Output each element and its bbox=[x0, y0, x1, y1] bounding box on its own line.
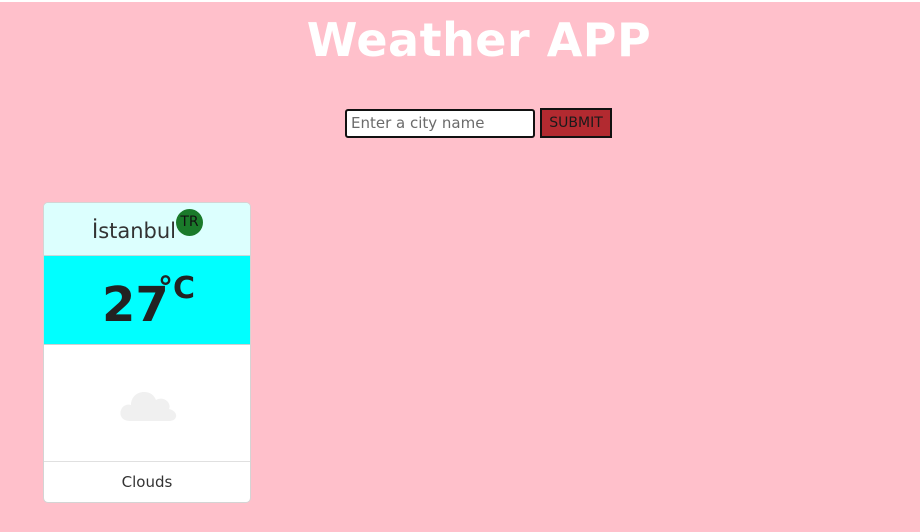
page-title: Weather APP bbox=[306, 13, 652, 67]
search-form: SUBMIT bbox=[345, 108, 612, 138]
temperature-unit: °C bbox=[158, 271, 196, 306]
weather-description: Clouds bbox=[121, 473, 173, 491]
city-search-input[interactable] bbox=[345, 108, 535, 138]
weather-icon-panel bbox=[44, 345, 250, 462]
weather-card: İstanbul TR 27 °C Clouds bbox=[43, 202, 251, 503]
city-name: İstanbul bbox=[92, 219, 177, 243]
temperature-panel: 27 °C bbox=[44, 256, 250, 345]
app-page: Weather APP SUBMIT İstanbul TR 27 °C Clo… bbox=[0, 0, 920, 532]
country-badge: TR bbox=[176, 209, 203, 236]
cloud-icon bbox=[120, 392, 177, 421]
submit-button[interactable]: SUBMIT bbox=[540, 108, 612, 138]
card-header: İstanbul TR bbox=[44, 203, 250, 256]
